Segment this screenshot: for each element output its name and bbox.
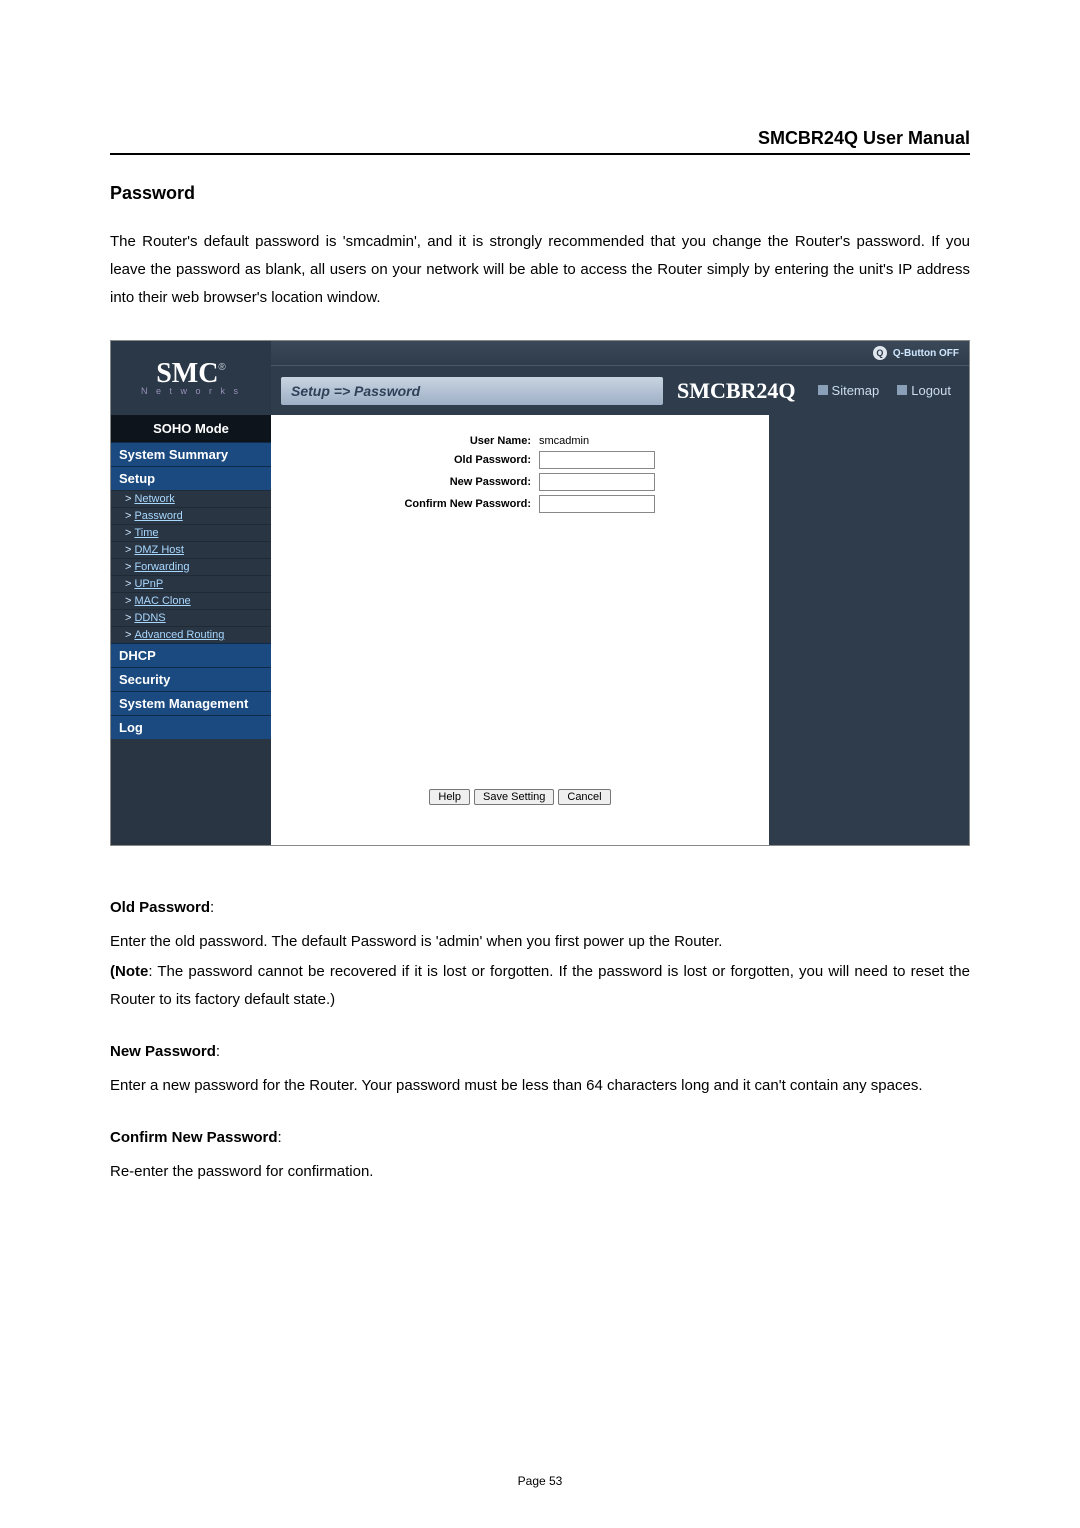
nav-setup-forwarding[interactable]: >Forwarding <box>111 558 271 575</box>
qbutton-label[interactable]: Q-Button OFF <box>893 348 959 359</box>
nav-setup-upnp[interactable]: >UPnP <box>111 575 271 592</box>
cancel-button[interactable]: Cancel <box>558 789 610 805</box>
confirm-password-text: Re-enter the password for confirmation. <box>110 1158 970 1186</box>
old-password-input[interactable] <box>539 451 655 469</box>
content-pane: User Name: smcadmin Old Password: New Pa… <box>271 415 769 845</box>
router-ui-screenshot: SMC® N e t w o r k s Q Q-Button OFF Setu… <box>110 340 970 846</box>
section-title: Password <box>110 183 970 204</box>
logo-reg: ® <box>218 362 225 373</box>
right-side-panel <box>769 415 969 845</box>
nav-log[interactable]: Log <box>111 715 271 739</box>
note-label: (Note <box>110 963 148 980</box>
old-password-label: Old Password: <box>281 454 539 466</box>
nav-dhcp[interactable]: DHCP <box>111 643 271 667</box>
nav-setup-time[interactable]: >Time <box>111 524 271 541</box>
manual-header: SMCBR24Q User Manual <box>110 0 970 155</box>
help-button[interactable]: Help <box>429 789 470 805</box>
nav-security[interactable]: Security <box>111 667 271 691</box>
confirm-password-heading: Confirm New Password <box>110 1129 278 1146</box>
nav-system-management[interactable]: System Management <box>111 691 271 715</box>
nav-setup-advrouting[interactable]: >Advanced Routing <box>111 626 271 643</box>
username-value: smcadmin <box>539 435 589 447</box>
nav-system-summary[interactable]: System Summary <box>111 442 271 466</box>
breadcrumb: Setup => Password <box>281 377 663 405</box>
confirm-password-input[interactable] <box>539 495 655 513</box>
nav-mode: SOHO Mode <box>111 415 271 442</box>
nav-setup-macclone[interactable]: >MAC Clone <box>111 592 271 609</box>
new-password-input[interactable] <box>539 473 655 491</box>
logo-text: SMC <box>156 358 218 389</box>
old-password-text: Enter the old password. The default Pass… <box>110 928 970 956</box>
nav-setup-ddns[interactable]: >DDNS <box>111 609 271 626</box>
username-label: User Name: <box>281 435 539 447</box>
new-password-label: New Password: <box>281 476 539 488</box>
sidebar-nav: SOHO Mode System Summary Setup >Network … <box>111 415 271 845</box>
confirm-password-label: Confirm New Password: <box>281 498 539 510</box>
logo-block: SMC® N e t w o r k s <box>111 341 271 415</box>
nav-setup[interactable]: Setup <box>111 466 271 490</box>
new-password-text: Enter a new password for the Router. You… <box>110 1072 970 1100</box>
nav-setup-network[interactable]: >Network <box>111 490 271 507</box>
logout-link[interactable]: Logout <box>897 383 951 398</box>
save-setting-button[interactable]: Save Setting <box>474 789 554 805</box>
old-password-heading: Old Password <box>110 899 210 916</box>
model-label: SMCBR24Q <box>663 378 810 404</box>
intro-paragraph: The Router's default password is 'smcadm… <box>110 228 970 312</box>
new-password-heading: New Password <box>110 1043 216 1060</box>
sitemap-link[interactable]: Sitemap <box>818 383 880 398</box>
nav-setup-password[interactable]: >Password <box>111 507 271 524</box>
nav-setup-dmzhost[interactable]: >DMZ Host <box>111 541 271 558</box>
page-number: Page 53 <box>0 1474 1080 1488</box>
note-text: : The password cannot be recovered if it… <box>110 963 970 1008</box>
qbutton-icon[interactable]: Q <box>873 346 887 360</box>
